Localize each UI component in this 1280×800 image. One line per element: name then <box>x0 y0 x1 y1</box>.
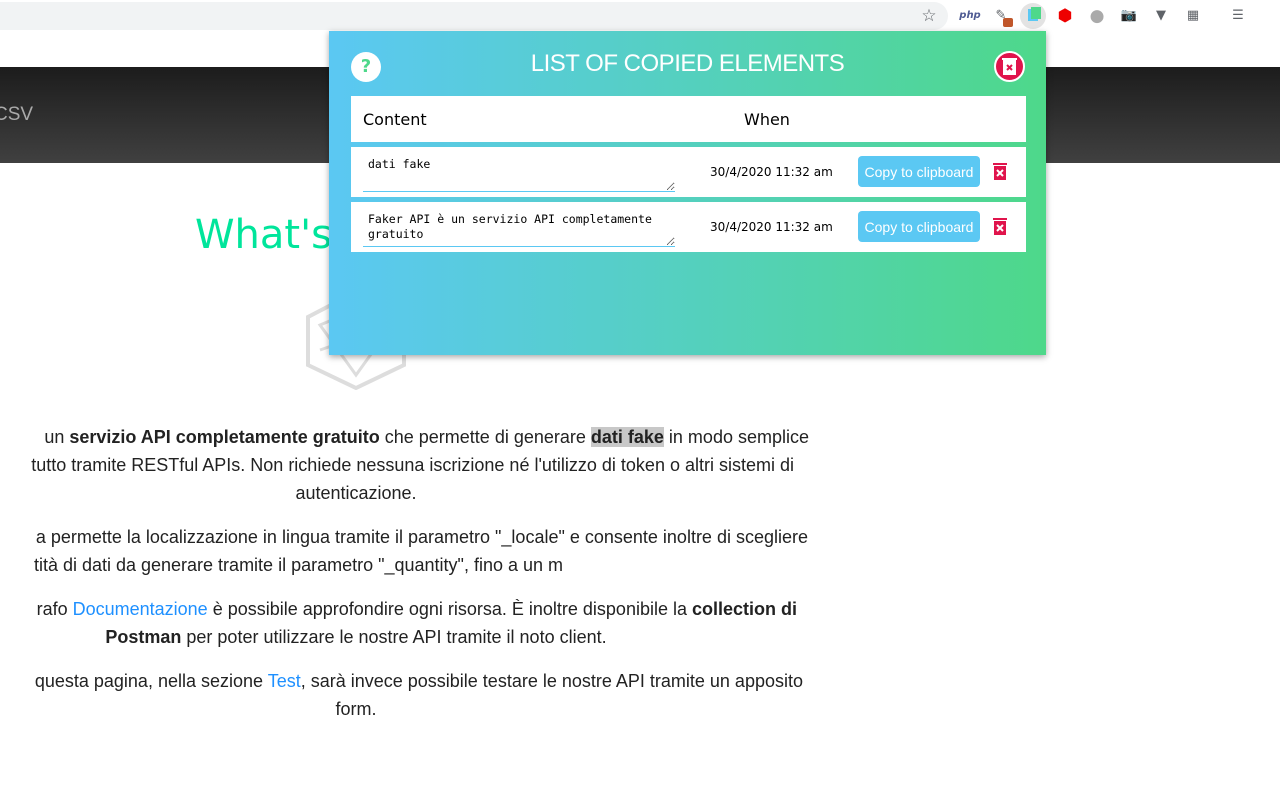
paragraph-line: a permette la localizzazione in lingua t… <box>35 527 808 547</box>
bookmark-star-icon[interactable]: ☆ <box>919 6 939 26</box>
playlist-icon[interactable]: ☰ <box>1228 6 1248 26</box>
paragraph-line: rafo Documentazione è possibile approfon… <box>36 599 797 619</box>
camera-icon[interactable]: 📷 <box>1119 6 1139 26</box>
timestamp: 30/4/2020 11:32 am <box>710 165 833 179</box>
paragraph-line: autenticazione. <box>295 483 417 503</box>
clear-all-trash-icon[interactable] <box>994 51 1025 82</box>
test-link[interactable]: Test <box>268 671 301 691</box>
table-row: Faker API è un servizio API completament… <box>351 202 1026 252</box>
cookie-icon[interactable]: ● <box>1087 6 1107 26</box>
sheet-icon[interactable]: ▦ <box>1183 6 1203 26</box>
delete-trash-icon[interactable] <box>993 217 1007 235</box>
popup-title: LIST OF COPIED ELEMENTS <box>530 50 845 77</box>
copied-elements-popup: ? LIST OF COPIED ELEMENTS Content When d… <box>329 31 1046 355</box>
paragraph-line: Postman per poter utilizzare le nostre A… <box>105 627 607 647</box>
eyedropper-icon[interactable]: ✎ <box>991 6 1013 27</box>
vue-icon[interactable]: ▼ <box>1151 6 1171 26</box>
column-header-when: When <box>744 110 790 129</box>
copy-elements-icon[interactable] <box>1020 3 1046 29</box>
page-title: What's <box>195 212 332 258</box>
copy-to-clipboard-button[interactable]: Copy to clipboard <box>858 211 980 242</box>
adblock-icon[interactable]: ⬢ <box>1055 6 1075 26</box>
table-row: dati fake 30/4/2020 11:32 am Copy to cli… <box>351 147 1026 197</box>
browser-toolbar: ☆ php ✎ ⬢ ● 📷 ▼ ▦ ☰ <box>0 0 1280 32</box>
timestamp: 30/4/2020 11:32 am <box>710 220 833 234</box>
content-textarea[interactable]: dati fake <box>363 153 675 192</box>
address-bar[interactable] <box>0 2 948 30</box>
nav-item-csv[interactable]: CSV <box>0 104 33 126</box>
paragraph-line: un servizio API completamente gratuito c… <box>44 427 809 447</box>
delete-trash-icon[interactable] <box>993 162 1007 180</box>
paragraph-line: tità di dati da generare tramite il para… <box>33 555 563 575</box>
column-header-content: Content <box>363 110 427 129</box>
table-header: Content When <box>351 96 1026 142</box>
paragraph-line: questa pagina, nella sezione Test, sarà … <box>34 671 803 691</box>
paragraph-line: form. <box>335 699 377 719</box>
content-textarea[interactable]: Faker API è un servizio API completament… <box>363 208 675 247</box>
php-icon[interactable]: php <box>958 6 982 26</box>
copy-to-clipboard-button[interactable]: Copy to clipboard <box>858 156 980 187</box>
paragraph-line: tutto tramite RESTful APIs. Non richiede… <box>31 455 794 475</box>
documentazione-link[interactable]: Documentazione <box>73 599 208 619</box>
